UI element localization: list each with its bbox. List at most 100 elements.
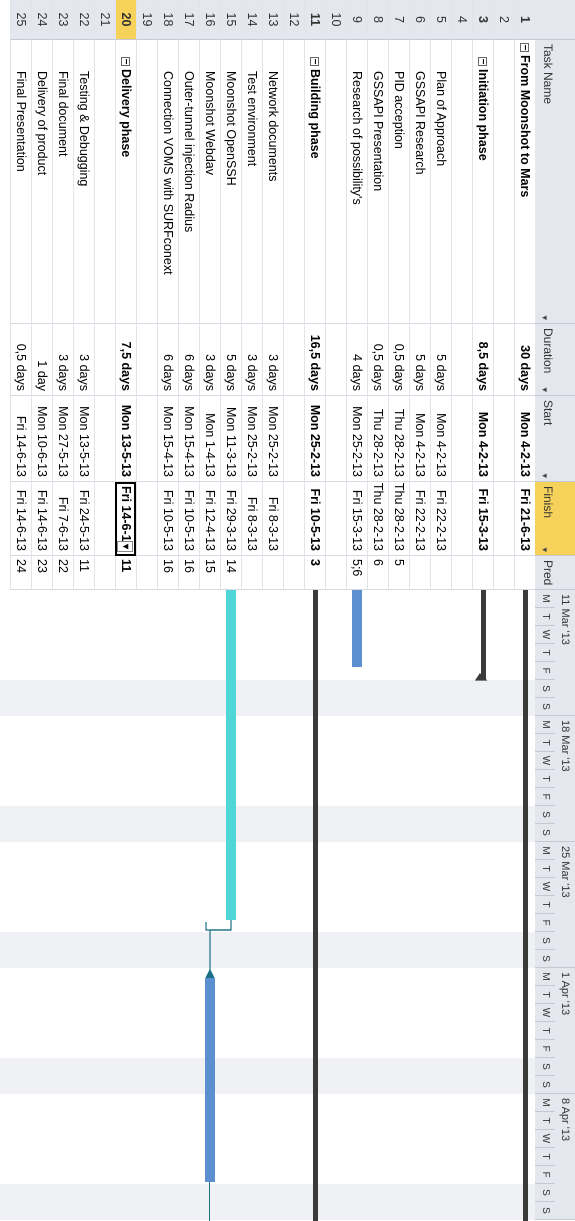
predecessors-cell[interactable] bbox=[493, 556, 514, 590]
finish-cell[interactable]: Fri 21-6-13 bbox=[514, 482, 535, 556]
task-name-cell[interactable]: Test environment bbox=[241, 40, 262, 324]
table-row[interactable]: 5 Plan of Approach 5 days Mon 4-2-13 Fri 22-… bbox=[430, 0, 451, 590]
row-number[interactable]: 8 bbox=[367, 0, 388, 40]
duration-cell[interactable]: 16,5 days bbox=[304, 324, 325, 396]
duration-cell[interactable]: 30 days bbox=[514, 324, 535, 396]
finish-cell[interactable] bbox=[325, 482, 346, 556]
finish-cell[interactable]: Fri 10-5-13 bbox=[304, 482, 325, 556]
task-bar-webdav[interactable] bbox=[205, 978, 215, 1182]
predecessors-cell[interactable] bbox=[409, 556, 430, 590]
duration-cell[interactable] bbox=[283, 324, 304, 396]
duration-cell[interactable]: 5 days bbox=[220, 324, 241, 396]
finish-cell[interactable]: Fri 8-3-13 bbox=[241, 482, 262, 556]
start-column-header[interactable]: Start ▾ bbox=[535, 396, 575, 482]
predecessors-column-header[interactable]: Pred bbox=[535, 556, 575, 590]
task-name-cell[interactable]: PID acception bbox=[388, 40, 409, 324]
start-cell[interactable]: Mon 4-2-13 bbox=[409, 396, 430, 482]
duration-column-header[interactable]: Duration ▾ bbox=[535, 324, 575, 396]
predecessors-cell[interactable]: 22 bbox=[52, 556, 73, 590]
finish-cell[interactable]: Fri 10-5-13 bbox=[157, 482, 178, 556]
start-cell[interactable]: Mon 13-5-13 bbox=[115, 396, 136, 482]
start-cell[interactable]: Thu 28-2-13 bbox=[388, 396, 409, 482]
task-name-cell[interactable]: Delivery of product bbox=[31, 40, 52, 324]
row-number[interactable]: 21 bbox=[94, 0, 115, 40]
task-name-dropdown-icon[interactable]: ▾ bbox=[539, 315, 550, 320]
start-cell[interactable] bbox=[325, 396, 346, 482]
table-row[interactable]: 4 bbox=[451, 0, 472, 590]
row-number[interactable]: 22 bbox=[73, 0, 94, 40]
finish-column-header[interactable]: Finish ▾ bbox=[535, 482, 575, 556]
table-row[interactable]: 14 Test environment 3 days Mon 25-2-13 Fri 8… bbox=[241, 0, 262, 590]
date-picker-dropdown-icon[interactable]: ▾ bbox=[117, 540, 133, 552]
table-row[interactable]: 24 Delivery of product 1 day Mon 10-6-13 Fri… bbox=[31, 0, 52, 590]
start-cell[interactable]: Mon 4-2-13 bbox=[472, 396, 493, 482]
gantt-chart[interactable]: 11 Mar '13 18 Mar '13 25 Mar '13 1 Apr '13 8… bbox=[0, 590, 575, 1221]
table-row[interactable]: 19 bbox=[136, 0, 157, 590]
duration-cell[interactable] bbox=[325, 324, 346, 396]
finish-cell[interactable]: Fri 15-3-13 bbox=[346, 482, 367, 556]
table-row[interactable]: 8 GSSAPI Presentation 0,5 days Thu 28-2-13 T… bbox=[367, 0, 388, 590]
finish-cell[interactable]: Fri 12-4-13 bbox=[199, 482, 220, 556]
row-number[interactable]: 25 bbox=[10, 0, 31, 40]
row-number[interactable]: 17 bbox=[178, 0, 199, 40]
start-cell[interactable] bbox=[136, 396, 157, 482]
task-name-cell[interactable]: − Delivery phase bbox=[115, 40, 136, 324]
finish-cell[interactable]: Fri 15-3-13 bbox=[472, 482, 493, 556]
start-cell[interactable] bbox=[283, 396, 304, 482]
table-row[interactable]: 25 Final Presentation 0,5 days Fri 14-6-13 F… bbox=[10, 0, 31, 590]
table-row[interactable]: 9 Research of possibility's 4 days Mon 25-2… bbox=[346, 0, 367, 590]
predecessors-cell[interactable] bbox=[241, 556, 262, 590]
table-row[interactable]: 13 Network documents 3 days Mon 25-2-13 Fri … bbox=[262, 0, 283, 590]
row-number[interactable]: 18 bbox=[157, 0, 178, 40]
task-name-cell[interactable]: − From Moonshot to Mars bbox=[514, 40, 535, 324]
task-name-cell[interactable]: Moonshot OpenSSH bbox=[220, 40, 241, 324]
predecessors-cell[interactable]: 24 bbox=[10, 556, 31, 590]
dependency-link-continuation[interactable] bbox=[209, 1182, 210, 1221]
start-cell[interactable]: Mon 27-5-13 bbox=[52, 396, 73, 482]
task-name-cell[interactable]: GSSAPI Presentation bbox=[367, 40, 388, 324]
table-row[interactable]: 11 − Building phase 16,5 days Mon 25-2-13 Fri… bbox=[304, 0, 325, 590]
task-name-cell[interactable]: − Building phase bbox=[304, 40, 325, 324]
row-number[interactable]: 20 bbox=[115, 0, 136, 40]
duration-cell[interactable]: 3 days bbox=[262, 324, 283, 396]
row-number[interactable]: 14 bbox=[241, 0, 262, 40]
row-number[interactable]: 3 bbox=[472, 0, 493, 40]
summary-bar-building[interactable] bbox=[313, 590, 318, 1221]
duration-cell[interactable]: 3 days bbox=[73, 324, 94, 396]
row-number[interactable]: 24 bbox=[31, 0, 52, 40]
start-cell[interactable]: Thu 28-2-13 bbox=[367, 396, 388, 482]
finish-cell[interactable] bbox=[136, 482, 157, 556]
row-number[interactable]: 13 bbox=[262, 0, 283, 40]
task-name-cell[interactable]: − Initiation phase bbox=[472, 40, 493, 324]
finish-cell[interactable]: Fri 14-6-13 bbox=[31, 482, 52, 556]
row-number[interactable]: 4 bbox=[451, 0, 472, 40]
collapse-icon[interactable]: − bbox=[120, 57, 131, 66]
task-name-cell[interactable]: Final Presentation bbox=[10, 40, 31, 324]
row-number[interactable]: 1 bbox=[514, 0, 535, 40]
task-name-cell[interactable]: Final document bbox=[52, 40, 73, 324]
start-cell[interactable]: Fri 14-6-13 bbox=[10, 396, 31, 482]
row-number[interactable]: 10 bbox=[325, 0, 346, 40]
finish-cell[interactable]: Fri 22-2-13 bbox=[409, 482, 430, 556]
finish-cell[interactable]: Fri 7-6-13 bbox=[52, 482, 73, 556]
start-cell[interactable]: Mon 25-2-13 bbox=[241, 396, 262, 482]
start-cell[interactable] bbox=[94, 396, 115, 482]
duration-cell[interactable]: 1 day bbox=[31, 324, 52, 396]
duration-cell[interactable]: 5 days bbox=[409, 324, 430, 396]
start-cell[interactable]: Mon 15-4-13 bbox=[157, 396, 178, 482]
duration-cell[interactable]: 0,5 days bbox=[367, 324, 388, 396]
finish-cell[interactable] bbox=[451, 482, 472, 556]
start-cell[interactable]: Mon 4-2-13 bbox=[430, 396, 451, 482]
finish-cell[interactable]: Fri 24-5-13 bbox=[73, 482, 94, 556]
collapse-icon[interactable]: − bbox=[519, 43, 530, 52]
finish-edit-value[interactable]: Fri 14-6-1 bbox=[119, 486, 133, 542]
row-number[interactable]: 12 bbox=[283, 0, 304, 40]
predecessors-cell[interactable]: 5 bbox=[388, 556, 409, 590]
row-number[interactable]: 19 bbox=[136, 0, 157, 40]
table-row[interactable]: 23 Final document 3 days Mon 27-5-13 Fri 7-6… bbox=[52, 0, 73, 590]
predecessors-cell[interactable]: 5;6 bbox=[346, 556, 367, 590]
finish-cell[interactable]: Thu 28-2-13 bbox=[388, 482, 409, 556]
predecessors-cell[interactable]: 16 bbox=[178, 556, 199, 590]
duration-cell[interactable] bbox=[493, 324, 514, 396]
start-cell[interactable]: Mon 1-4-13 bbox=[199, 396, 220, 482]
